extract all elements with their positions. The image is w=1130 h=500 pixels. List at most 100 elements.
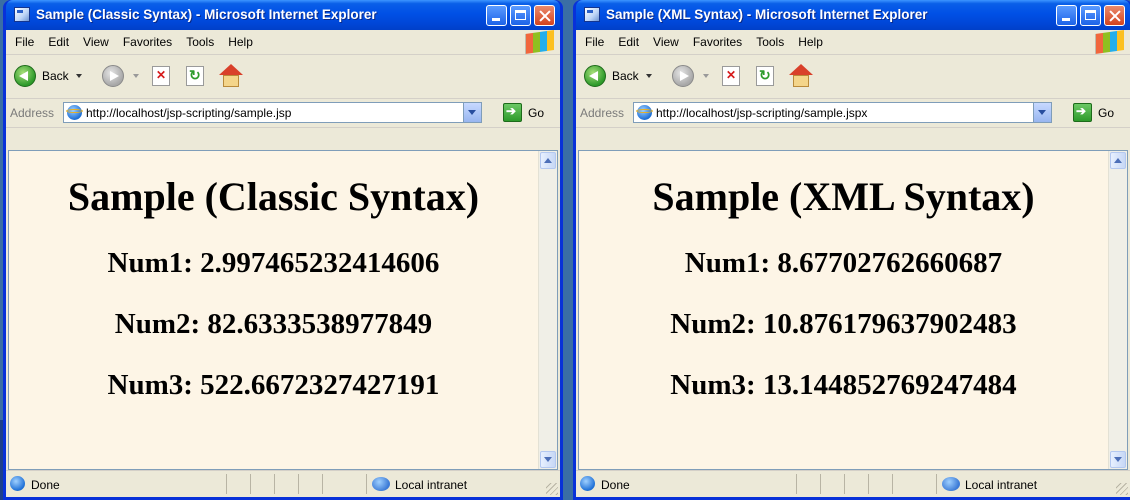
scroll-up-icon[interactable] [1110,152,1126,169]
address-label: Address [10,106,55,120]
num2-line: Num2: 10.876179637902483 [670,308,1017,340]
forward-dropdown-icon[interactable] [133,74,139,78]
menu-file[interactable]: File [8,30,41,54]
window-client: File Edit View Favorites Tools Help Back… [576,29,1130,497]
standard-toolbar: Back [6,55,560,99]
minimize-button[interactable] [1056,5,1077,26]
ie-window-classic: Sample (Classic Syntax) - Microsoft Inte… [3,0,563,500]
status-divider [796,474,797,494]
refresh-icon[interactable] [756,66,774,86]
page-content: Sample (XML Syntax) Num1: 8.677027626606… [578,150,1128,470]
num1-line: Num1: 8.67702762660687 [684,247,1003,279]
menu-tools[interactable]: Tools [179,30,221,54]
menu-favorites[interactable]: Favorites [116,30,179,54]
menu-view[interactable]: View [76,30,116,54]
status-text: Done [601,478,630,492]
back-dropdown-icon[interactable] [76,74,82,78]
maximize-button[interactable] [510,5,531,26]
page-body: Sample (Classic Syntax) Num1: 2.99746523… [9,151,538,469]
menu-edit[interactable]: Edit [611,30,646,54]
status-divider [366,474,367,494]
page-body: Sample (XML Syntax) Num1: 8.677027626606… [579,151,1108,469]
ie-page-icon [636,105,653,120]
menu-bar: File Edit View Favorites Tools Help [6,29,560,55]
ie-window-icon[interactable] [584,7,600,22]
address-input[interactable]: http://localhost/jsp-scripting/sample.js… [63,102,482,123]
resize-grip-icon[interactable] [1116,483,1128,495]
address-label: Address [580,106,625,120]
minimize-button[interactable] [486,5,507,26]
address-dropdown-icon[interactable] [463,103,481,122]
ie-window-icon[interactable] [14,7,30,22]
home-icon[interactable] [788,64,814,88]
back-arrow-icon[interactable] [584,65,606,87]
window-client: File Edit View Favorites Tools Help Back… [6,29,560,497]
status-divider [274,474,275,494]
address-bar: Address http://localhost/jsp-scripting/s… [576,99,1130,128]
forward-arrow-icon[interactable] [102,65,124,87]
zone-text: Local intranet [395,478,468,492]
menu-file[interactable]: File [578,30,611,54]
title-bar[interactable]: Sample (XML Syntax) - Microsoft Internet… [576,0,1130,30]
close-button[interactable] [534,5,555,26]
page-done-icon [580,476,595,491]
menu-help[interactable]: Help [221,30,260,54]
forward-dropdown-icon[interactable] [703,74,709,78]
standard-toolbar: Back [576,55,1130,99]
status-bar: Done Local intranet [576,470,1130,497]
back-button-label[interactable]: Back [612,69,639,83]
intranet-zone-icon [372,477,390,491]
resize-grip-icon[interactable] [546,483,558,495]
page-heading: Sample (Classic Syntax) [67,174,480,219]
scroll-up-icon[interactable] [540,152,556,169]
home-icon[interactable] [218,64,244,88]
page-content: Sample (Classic Syntax) Num1: 2.99746523… [8,150,558,470]
num3-line: Num3: 522.6672327427191 [107,369,440,401]
menu-favorites[interactable]: Favorites [686,30,749,54]
back-dropdown-icon[interactable] [646,74,652,78]
zone-text: Local intranet [965,478,1038,492]
address-bar: Address http://localhost/jsp-scripting/s… [6,99,560,128]
status-divider [844,474,845,494]
page-heading: Sample (XML Syntax) [652,174,1035,219]
go-arrow-icon[interactable] [503,103,522,122]
forward-arrow-icon[interactable] [672,65,694,87]
scroll-down-icon[interactable] [1110,451,1126,468]
num1-line: Num1: 2.997465232414606 [107,247,440,279]
window-title: Sample (XML Syntax) - Microsoft Internet… [606,7,928,22]
menu-view[interactable]: View [646,30,686,54]
back-arrow-icon[interactable] [14,65,36,87]
back-button-label[interactable]: Back [42,69,69,83]
status-divider [868,474,869,494]
address-url[interactable]: http://localhost/jsp-scripting/sample.js… [86,106,291,120]
status-divider [322,474,323,494]
vertical-scrollbar[interactable] [538,151,557,469]
stop-icon[interactable] [722,66,740,86]
intranet-zone-icon [942,477,960,491]
status-divider [298,474,299,494]
menu-edit[interactable]: Edit [41,30,76,54]
ie-page-icon [66,105,83,120]
address-input[interactable]: http://localhost/jsp-scripting/sample.js… [633,102,1052,123]
go-arrow-icon[interactable] [1073,103,1092,122]
menu-bar: File Edit View Favorites Tools Help [576,29,1130,55]
title-bar[interactable]: Sample (Classic Syntax) - Microsoft Inte… [6,0,560,30]
maximize-button[interactable] [1080,5,1101,26]
close-button[interactable] [1104,5,1125,26]
menu-tools[interactable]: Tools [749,30,791,54]
windows-flag-icon [1095,29,1124,55]
refresh-icon[interactable] [186,66,204,86]
num3-line: Num3: 13.144852769247484 [670,369,1017,401]
go-button-label[interactable]: Go [528,106,544,120]
scroll-down-icon[interactable] [540,451,556,468]
status-divider [892,474,893,494]
status-divider [936,474,937,494]
address-url[interactable]: http://localhost/jsp-scripting/sample.js… [656,106,867,120]
stop-icon[interactable] [152,66,170,86]
go-button-label[interactable]: Go [1098,106,1114,120]
address-dropdown-icon[interactable] [1033,103,1051,122]
menu-help[interactable]: Help [791,30,830,54]
status-bar: Done Local intranet [6,470,560,497]
page-done-icon [10,476,25,491]
vertical-scrollbar[interactable] [1108,151,1127,469]
